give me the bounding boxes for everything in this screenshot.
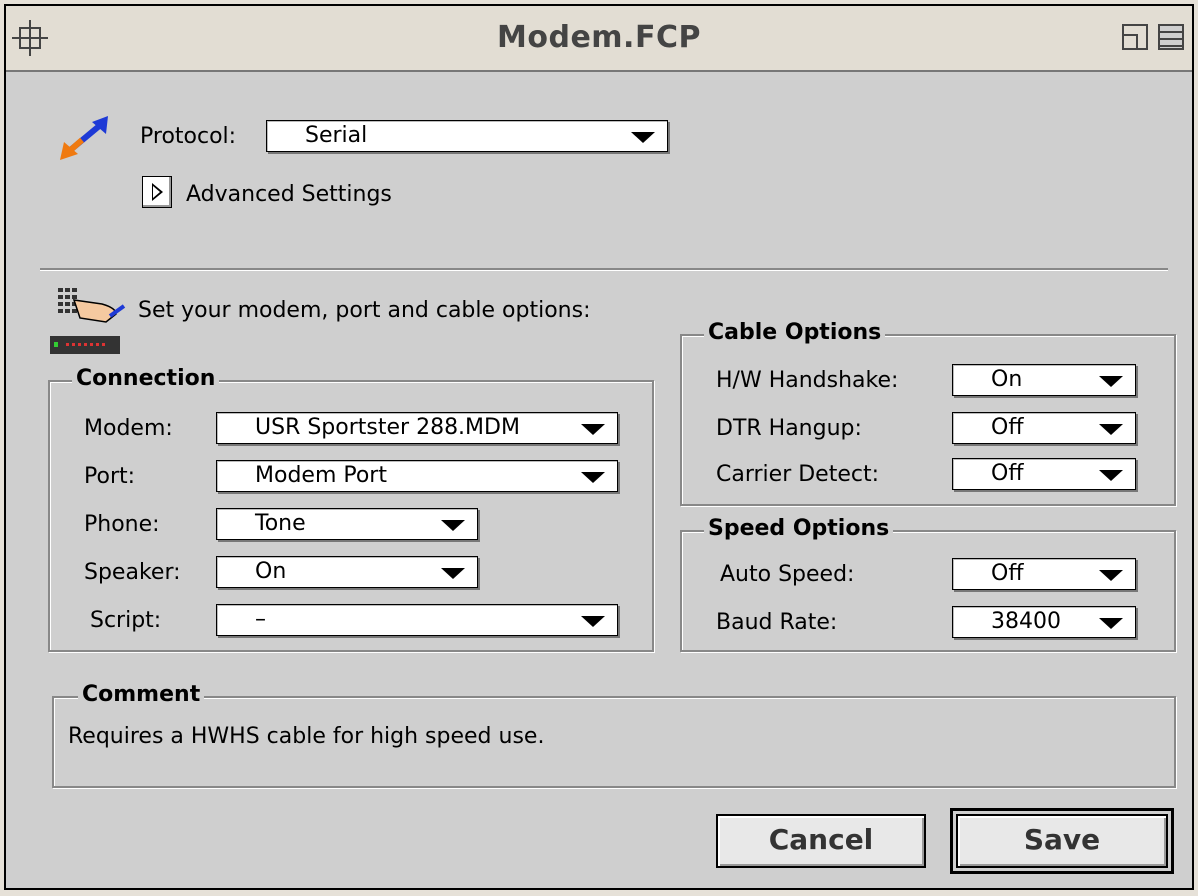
intro-text: Set your modem, port and cable options: [138, 298, 591, 323]
dialog-content: Protocol: Serial Advanced Settings Set y… [16, 72, 1184, 882]
phone-popup[interactable]: Tone [216, 508, 478, 540]
port-value: Modem Port [255, 463, 387, 488]
comment-text[interactable]: Requires a HWHS cable for high speed use… [68, 724, 544, 749]
phone-label: Phone: [84, 512, 160, 537]
speed-options-title: Speed Options [704, 516, 894, 541]
hand-keypad-modem-icon [50, 288, 126, 354]
title-bar[interactable]: Modem.FCP [6, 6, 1192, 72]
port-label: Port: [84, 464, 136, 489]
protocol-popup[interactable]: Serial [266, 120, 668, 152]
modem-settings-window: Modem.FCP Protocol: Serial Advanced Sett… [4, 4, 1194, 890]
baud-rate-value: 38400 [991, 609, 1061, 634]
carrier-detect-label: Carrier Detect: [716, 462, 880, 487]
speed-options-group: Speed Options Auto Speed: Off Baud Rate:… [680, 516, 1176, 652]
carrier-detect-value: Off [991, 461, 1024, 486]
dtr-hangup-label: DTR Hangup: [716, 416, 862, 441]
chevron-down-icon [441, 520, 465, 531]
advanced-settings-label[interactable]: Advanced Settings [186, 182, 392, 207]
hw-handshake-popup[interactable]: On [952, 364, 1136, 396]
chevron-down-icon [581, 472, 605, 483]
baud-rate-popup[interactable]: 38400 [952, 606, 1136, 638]
modem-value: USR Sportster 288.MDM [255, 415, 520, 440]
speaker-popup[interactable]: On [216, 556, 478, 588]
hw-handshake-label: H/W Handshake: [716, 368, 899, 393]
save-button[interactable]: Save [950, 808, 1174, 874]
speaker-label: Speaker: [84, 560, 181, 585]
protocol-value: Serial [305, 123, 368, 148]
script-value: – [255, 607, 266, 632]
chevron-down-icon [1099, 618, 1123, 629]
comment-title: Comment [78, 682, 205, 707]
chevron-down-icon [1099, 376, 1123, 387]
phone-value: Tone [255, 511, 306, 536]
dtr-hangup-popup[interactable]: Off [952, 412, 1136, 444]
chevron-down-icon [581, 616, 605, 627]
dtr-hangup-value: Off [991, 415, 1024, 440]
modem-popup[interactable]: USR Sportster 288.MDM [216, 412, 618, 444]
cable-options-title: Cable Options [704, 320, 886, 345]
separator [40, 268, 1168, 271]
auto-speed-popup[interactable]: Off [952, 558, 1136, 590]
modem-label: Modem: [84, 416, 173, 441]
chevron-down-icon [1099, 470, 1123, 481]
chevron-down-icon [631, 132, 655, 143]
disclosure-triangle-icon[interactable] [142, 176, 172, 208]
comment-group: Comment Requires a HWHS cable for high s… [52, 682, 1176, 788]
auto-speed-label: Auto Speed: [720, 562, 855, 587]
protocol-label: Protocol: [140, 124, 237, 149]
cable-options-group: Cable Options H/W Handshake: On DTR Hang… [680, 320, 1176, 506]
carrier-detect-popup[interactable]: Off [952, 458, 1136, 490]
double-arrow-icon [60, 116, 108, 160]
baud-rate-label: Baud Rate: [716, 610, 838, 635]
cancel-button[interactable]: Cancel [716, 814, 926, 868]
hw-handshake-value: On [991, 367, 1023, 392]
window-title: Modem.FCP [497, 20, 701, 55]
speaker-value: On [255, 559, 287, 584]
connection-group: Connection Modem: USR Sportster 288.MDM … [48, 366, 654, 652]
connection-title: Connection [72, 366, 220, 391]
chevron-down-icon [1099, 570, 1123, 581]
script-label: Script: [90, 608, 162, 633]
chevron-down-icon [1099, 424, 1123, 435]
chevron-down-icon [581, 424, 605, 435]
port-popup[interactable]: Modem Port [216, 460, 618, 492]
chevron-down-icon [441, 568, 465, 579]
collapse-box-icon[interactable] [1158, 24, 1184, 50]
script-popup[interactable]: – [216, 604, 618, 636]
auto-speed-value: Off [991, 561, 1024, 586]
zoom-box-icon[interactable] [1122, 24, 1148, 50]
